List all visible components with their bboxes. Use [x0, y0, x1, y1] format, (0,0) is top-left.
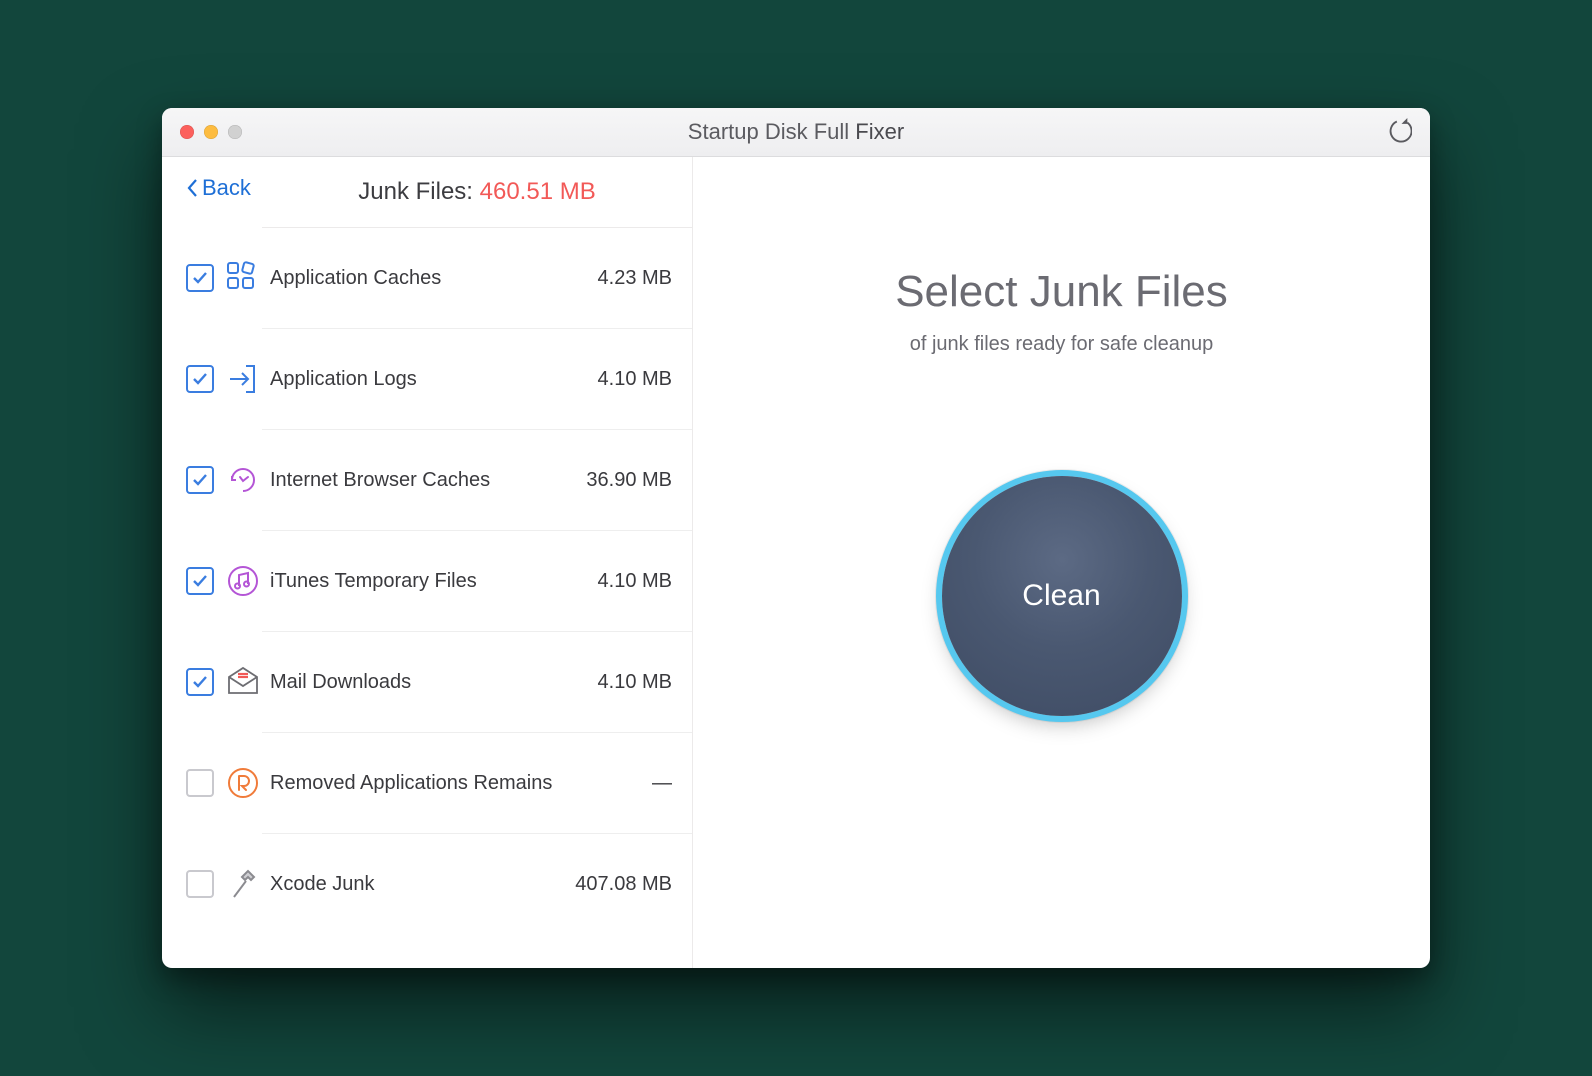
category-size: — [652, 772, 692, 795]
category-row[interactable]: Mail Downloads4.10 MB [262, 632, 692, 733]
itunes-icon [226, 564, 260, 598]
sidebar-title-label: Junk Files: [358, 178, 479, 205]
category-list: Application Caches4.23 MBApplication Log… [162, 228, 692, 968]
category-row[interactable]: iTunes Temporary Files4.10 MB [262, 531, 692, 632]
clean-button-label: Clean [1022, 579, 1100, 613]
category-checkbox[interactable] [186, 466, 214, 494]
sidebar-title: Junk Files: 460.51 MB [262, 178, 692, 206]
refresh-button[interactable] [1384, 118, 1412, 146]
apps-icon [226, 261, 260, 295]
back-button[interactable]: Back [186, 175, 251, 201]
category-label: Mail Downloads [262, 671, 598, 694]
category-label: Application Caches [262, 267, 598, 290]
clean-button[interactable]: Clean [942, 476, 1182, 716]
back-label: Back [202, 175, 251, 201]
category-size: 4.10 MB [598, 570, 692, 593]
category-label: iTunes Temporary Files [262, 570, 598, 593]
category-checkbox[interactable] [186, 769, 214, 797]
sidebar-title-size: 460.51 MB [480, 178, 596, 205]
category-size: 4.23 MB [598, 267, 692, 290]
category-checkbox[interactable] [186, 264, 214, 292]
login-icon [226, 362, 260, 396]
category-size: 4.10 MB [598, 368, 692, 391]
category-row[interactable]: Removed Applications Remains— [262, 733, 692, 834]
category-label: Xcode Junk [262, 873, 575, 896]
sidebar: Back Junk Files: 460.51 MB Application C… [162, 157, 693, 968]
window-minimize-button[interactable] [204, 125, 218, 139]
main-heading: Select Junk Files [895, 267, 1228, 317]
window-close-button[interactable] [180, 125, 194, 139]
category-size: 407.08 MB [575, 873, 692, 896]
category-checkbox[interactable] [186, 365, 214, 393]
category-row[interactable]: Application Caches4.23 MB [262, 228, 692, 329]
titlebar: Startup Disk Full Fixer [162, 108, 1430, 157]
registry-icon [226, 766, 260, 800]
window-title-prefix: Startup Disk Full [688, 119, 856, 144]
category-checkbox[interactable] [186, 870, 214, 898]
category-checkbox[interactable] [186, 668, 214, 696]
main-pane: Select Junk Files of junk files ready fo… [693, 157, 1430, 968]
category-size: 36.90 MB [586, 469, 692, 492]
category-row[interactable]: Xcode Junk407.08 MB [262, 834, 692, 934]
category-row[interactable]: Internet Browser Caches36.90 MB [262, 430, 692, 531]
window-zoom-button[interactable] [228, 125, 242, 139]
mail-icon [226, 665, 260, 699]
app-window: Startup Disk Full Fixer Back Junk Files:… [162, 108, 1430, 968]
main-subheading: of junk files ready for safe cleanup [910, 333, 1214, 356]
sidebar-header: Back Junk Files: 460.51 MB [262, 157, 692, 228]
hammer-icon [226, 867, 260, 901]
window-title: Startup Disk Full Fixer [162, 119, 1430, 145]
category-size: 4.10 MB [598, 671, 692, 694]
category-label: Internet Browser Caches [262, 469, 586, 492]
window-title-bold: Fixer [855, 119, 904, 144]
category-label: Application Logs [262, 368, 598, 391]
category-row[interactable]: Application Logs4.10 MB [262, 329, 692, 430]
category-checkbox[interactable] [186, 567, 214, 595]
browser-icon [226, 463, 260, 497]
category-label: Removed Applications Remains [262, 772, 652, 795]
